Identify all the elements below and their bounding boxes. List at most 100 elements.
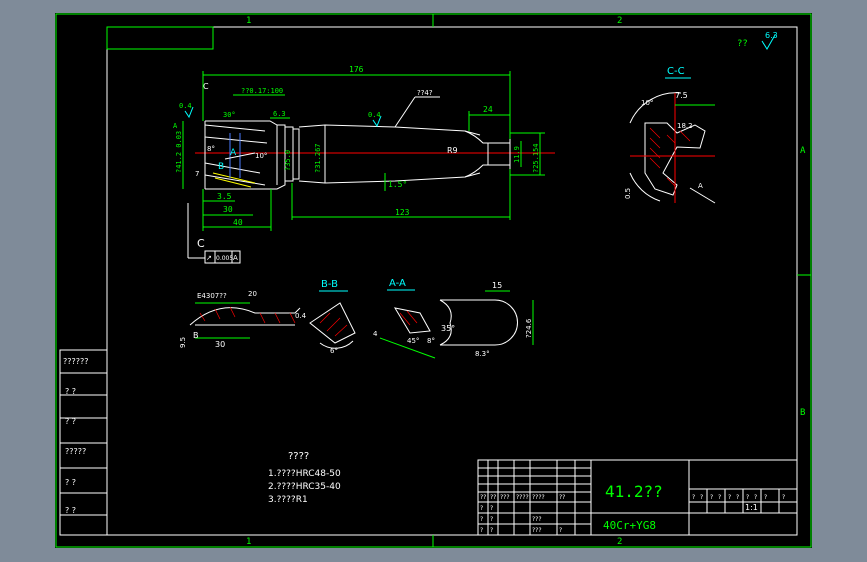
zone-bottom-1: 1 — [246, 537, 251, 547]
section-b-b-title: B-B — [321, 279, 338, 290]
main-view: 176 123 24 30 40 3.5 6.3 ??0.17:100 30° … — [173, 65, 555, 264]
section-b-b-dim-0-4: 0.4 — [295, 312, 307, 320]
dim-6-3: 6.3 — [273, 110, 286, 118]
end-view: 15 ?24.6 8.3° — [439, 281, 534, 358]
tb-right-1: ? — [700, 494, 703, 501]
detail-e: E4307?? 30 9.5 B 20 — [179, 290, 301, 349]
part-name: 41.2?? — [605, 482, 663, 501]
section-c-c-label-a: A — [698, 182, 703, 190]
chamfer-c: C — [203, 82, 209, 91]
datum-c: C — [197, 237, 205, 250]
taper-note: ??0.17:100 — [241, 87, 283, 95]
angle-10: 10° — [255, 152, 267, 160]
roughness-symbol-text: ?? — [737, 39, 748, 49]
notes-line-1: 1.????HRC48-50 — [268, 469, 341, 479]
section-c-c: C-C 7.5 10° 18.2 0.5 A — [624, 66, 716, 204]
tb-label-9: ? — [490, 516, 493, 523]
dim-r9: R9 — [447, 146, 458, 155]
end-view-dim-24-6: ?24.6 — [525, 318, 533, 338]
notes-title: ???? — [288, 451, 309, 462]
dim-dia-41-2: ?41.2_0.03 — [175, 131, 183, 173]
tb-label-13: ??? — [532, 527, 542, 534]
technical-drawing: 1 2 1 2 A B ?? 6.3 176 123 24 30 40 3.5 … — [55, 13, 812, 548]
zone-top-2: 2 — [617, 16, 622, 26]
section-a-a-dim-45: 45° — [407, 337, 419, 345]
section-b-b: B-B 0.4 6° — [295, 279, 356, 355]
tb-label-6: ? — [480, 505, 483, 512]
tb-right-7: ? — [754, 494, 757, 501]
section-a-a-dim-8: 8° — [427, 337, 435, 345]
dim-dia-31-267: ?31.267 — [314, 143, 322, 173]
detail-e-profile — [189, 307, 301, 326]
tb-label-7: ? — [490, 505, 493, 512]
dim-dia-25-154: ?25.154 — [532, 143, 540, 173]
tolerance-symbol: ↗ — [206, 254, 212, 262]
tb-label-11: ? — [480, 527, 483, 534]
section-a-a: A-A 4 35° 8° 45° — [373, 278, 455, 359]
left-strip: ?????? ? ? ? ? ????? ? ? ? ? — [59, 349, 108, 536]
technical-notes: ???? 1.????HRC48-50 2.????HRC35-40 3.???… — [268, 451, 341, 505]
chamfer-0-4-b: 0.4 — [368, 111, 381, 119]
angle-1-5: 1.5° — [388, 180, 407, 189]
corner-box — [106, 26, 214, 50]
section-b-b-profile — [309, 302, 356, 344]
section-c-c-dim-18: 18.2 — [677, 122, 693, 130]
dim-123: 123 — [395, 208, 410, 217]
tb-label-10: ??? — [532, 516, 542, 523]
taper-mark: ??4? — [417, 89, 433, 97]
zone-bottom-2: 2 — [617, 537, 622, 547]
tb-label-3: ???? — [516, 494, 529, 501]
dim-overall-length: 176 — [349, 65, 364, 74]
tb-label-8: ? — [480, 516, 483, 523]
notes-line-3: 3.????R1 — [268, 495, 308, 505]
tb-label-14: ? — [559, 527, 562, 534]
section-a-a-dim-35: 35° — [441, 324, 455, 333]
zone-right-b: B — [800, 408, 805, 418]
tolerance-datum: A — [233, 254, 238, 262]
roughness-value: 6.3 — [765, 31, 778, 40]
drawing-sheet: 1 2 1 2 A B ?? 6.3 176 123 24 30 40 3.5 … — [55, 13, 812, 548]
inner-frame — [106, 26, 798, 536]
title-block: 41.2?? 40Cr+YG8 1:1 ?? ?? ??? ???? ???? … — [477, 459, 798, 536]
tolerance-value: 0.005 — [216, 255, 233, 262]
dim-11-9: 11.9 — [513, 146, 521, 163]
detail-e-dim-b: B — [193, 331, 199, 340]
notes-line-2: 2.????HRC35-40 — [268, 482, 341, 492]
zone-right-a: A — [800, 146, 806, 156]
tb-label-2: ??? — [500, 494, 510, 501]
tb-right-3: ? — [718, 494, 721, 501]
tb-right-0: ? — [692, 494, 695, 501]
section-c-c-dim-10: 10° — [641, 99, 653, 107]
end-view-profile — [440, 299, 518, 346]
detail-e-dim-30: 30 — [215, 340, 225, 349]
label-7: 7 — [195, 170, 199, 178]
section-a-a-title: A-A — [389, 278, 406, 289]
end-view-dim-15: 15 — [492, 281, 502, 290]
datum-a-mark: A — [173, 122, 178, 130]
section-b-b-dim-6: 6° — [330, 347, 338, 355]
tb-label-4: ???? — [532, 494, 545, 501]
taper-shank-top — [298, 124, 481, 136]
section-a-a-dim-4: 4 — [373, 330, 378, 338]
left-strip-label-0: ?????? — [63, 357, 88, 366]
left-strip-label-4: ? ? — [65, 478, 76, 487]
left-strip-label-5: ? ? — [65, 506, 76, 515]
material: 40Cr+YG8 — [603, 519, 656, 532]
tb-label-5: ?? — [559, 494, 565, 501]
outer-frame — [55, 13, 812, 548]
end-view-dim-8-3: 8.3° — [475, 350, 490, 358]
section-c-c-dim-7-5: 7.5 — [675, 91, 688, 100]
zone-top-1: 1 — [246, 16, 251, 26]
left-strip-label-3: ????? — [65, 447, 86, 456]
angle-30: 30° — [223, 111, 236, 119]
tb-right-9: ? — [782, 494, 785, 501]
left-strip-label-1: ? ? — [65, 387, 76, 396]
detail-e-dim-9-5: 9.5 — [179, 337, 187, 348]
tb-label-1: ?? — [490, 494, 496, 501]
tb-right-6: ? — [746, 494, 749, 501]
dim-dia-35: ?35.0 — [284, 150, 292, 171]
tb-right-2: ? — [710, 494, 713, 501]
section-c-c-title: C-C — [667, 66, 685, 77]
dim-3-5: 3.5 — [217, 192, 232, 201]
section-a-a-profile — [393, 307, 431, 334]
